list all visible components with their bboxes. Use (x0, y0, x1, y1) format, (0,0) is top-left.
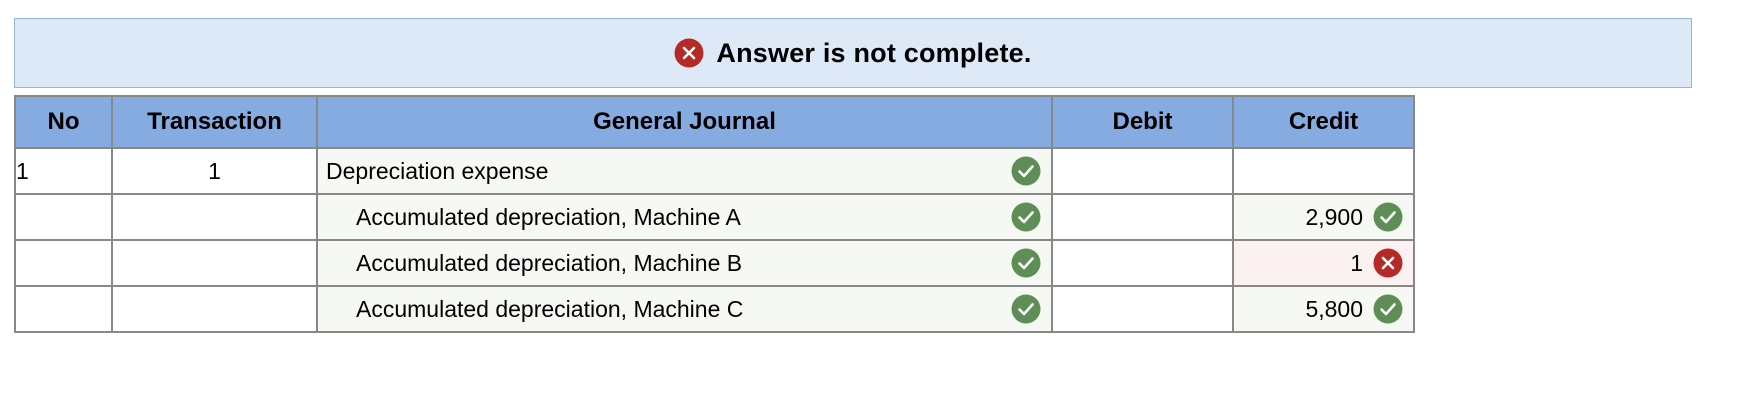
header-no: No (14, 95, 113, 149)
debit-cell[interactable] (1051, 193, 1234, 241)
transaction-cell: 1 (111, 147, 318, 195)
account-name: Depreciation expense (326, 157, 549, 184)
account-name: Accumulated depreciation, Machine C (356, 295, 744, 322)
header-general-journal: General Journal (316, 95, 1053, 149)
x-circle-icon (674, 38, 704, 68)
credit-cell[interactable]: 2,900 (1232, 193, 1415, 241)
debit-cell[interactable] (1051, 147, 1234, 195)
transaction-cell (111, 193, 318, 241)
account-cell[interactable]: Accumulated depreciation, Machine C (316, 285, 1053, 333)
table-row: Accumulated depreciation, Machine C 5,80… (14, 285, 1415, 333)
answer-status-banner: Answer is not complete. (14, 18, 1692, 88)
account-cell[interactable]: Depreciation expense (316, 147, 1053, 195)
transaction-cell (111, 239, 318, 287)
check-circle-icon (1373, 294, 1403, 324)
check-circle-icon (1373, 202, 1403, 232)
check-circle-icon (1011, 294, 1041, 324)
no-cell: 1 (14, 147, 113, 195)
account-cell[interactable]: Accumulated depreciation, Machine B (316, 239, 1053, 287)
table-row: Accumulated depreciation, Machine B 1 (14, 239, 1415, 287)
no-cell (14, 285, 113, 333)
no-cell (14, 239, 113, 287)
credit-cell[interactable]: 1 (1232, 239, 1415, 287)
table-row: Accumulated depreciation, Machine A 2,90… (14, 193, 1415, 241)
header-credit: Credit (1232, 95, 1415, 149)
account-name: Accumulated depreciation, Machine A (356, 203, 741, 230)
header-transaction: Transaction (111, 95, 318, 149)
debit-cell[interactable] (1051, 285, 1234, 333)
check-circle-icon (1011, 156, 1041, 186)
header-debit: Debit (1051, 95, 1234, 149)
table-row: 1 1 Depreciation expense (14, 147, 1415, 195)
credit-cell[interactable] (1232, 147, 1415, 195)
no-cell (14, 193, 113, 241)
debit-cell[interactable] (1051, 239, 1234, 287)
check-circle-icon (1011, 248, 1041, 278)
check-circle-icon (1011, 202, 1041, 232)
banner-text: Answer is not complete. (716, 37, 1032, 68)
account-name: Accumulated depreciation, Machine B (356, 249, 743, 276)
credit-cell[interactable]: 5,800 (1232, 285, 1415, 333)
table-header-row: No Transaction General Journal Debit Cre… (14, 95, 1415, 149)
x-circle-icon (1373, 248, 1403, 278)
transaction-cell (111, 285, 318, 333)
general-journal-table: No Transaction General Journal Debit Cre… (14, 95, 1415, 333)
account-cell[interactable]: Accumulated depreciation, Machine A (316, 193, 1053, 241)
